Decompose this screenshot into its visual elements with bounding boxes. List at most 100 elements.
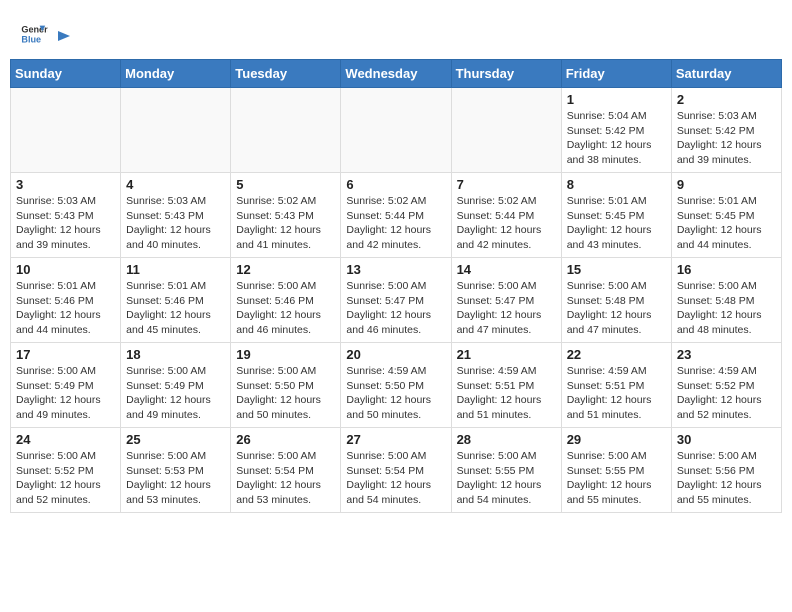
calendar-table: SundayMondayTuesdayWednesdayThursdayFrid… [10, 59, 782, 513]
week-row-3: 10 Sunrise: 5:01 AM Sunset: 5:46 PM Dayli… [11, 258, 782, 343]
calendar-cell: 12 Sunrise: 5:00 AM Sunset: 5:46 PM Dayli… [231, 258, 341, 343]
calendar-cell [341, 88, 451, 173]
day-number: 24 [16, 432, 115, 447]
day-info: Sunrise: 5:01 AM Sunset: 5:45 PM Dayligh… [677, 194, 776, 253]
day-number: 9 [677, 177, 776, 192]
day-info: Sunrise: 5:03 AM Sunset: 5:43 PM Dayligh… [16, 194, 115, 253]
calendar-cell: 20Sunrise: 4:59 AM Sunset: 5:50 PM Dayli… [341, 343, 451, 428]
calendar-cell: 29 Sunrise: 5:00 AM Sunset: 5:55 PM Dayli… [561, 428, 671, 513]
day-info: Sunrise: 5:00 AM Sunset: 5:46 PM Dayligh… [236, 279, 335, 338]
day-number: 19 [236, 347, 335, 362]
calendar-cell: 25Sunrise: 5:00 AM Sunset: 5:53 PM Dayli… [121, 428, 231, 513]
day-number: 16 [677, 262, 776, 277]
calendar-cell: 22Sunrise: 4:59 AM Sunset: 5:51 PM Dayli… [561, 343, 671, 428]
weekday-header-row: SundayMondayTuesdayWednesdayThursdayFrid… [11, 60, 782, 88]
day-info: Sunrise: 5:00 AM Sunset: 5:50 PM Dayligh… [236, 364, 335, 423]
day-info: Sunrise: 5:01 AM Sunset: 5:46 PM Dayligh… [16, 279, 115, 338]
weekday-header-sunday: Sunday [11, 60, 121, 88]
logo-triangle-icon [54, 27, 72, 45]
week-row-4: 17 Sunrise: 5:00 AM Sunset: 5:49 PM Dayli… [11, 343, 782, 428]
logo-icon: General Blue [20, 20, 48, 48]
calendar-cell [121, 88, 231, 173]
day-info: Sunrise: 5:00 AM Sunset: 5:55 PM Dayligh… [457, 449, 556, 508]
day-info: Sunrise: 5:01 AM Sunset: 5:46 PM Dayligh… [126, 279, 225, 338]
day-number: 4 [126, 177, 225, 192]
calendar-cell: 23 Sunrise: 4:59 AM Sunset: 5:52 PM Dayli… [671, 343, 781, 428]
weekday-header-saturday: Saturday [671, 60, 781, 88]
day-info: Sunrise: 4:59 AM Sunset: 5:52 PM Dayligh… [677, 364, 776, 423]
week-row-1: 1 Sunrise: 5:04 AM Sunset: 5:42 PM Daylig… [11, 88, 782, 173]
day-number: 22 [567, 347, 666, 362]
day-info: Sunrise: 5:00 AM Sunset: 5:48 PM Dayligh… [567, 279, 666, 338]
day-number: 28 [457, 432, 556, 447]
calendar-cell: 24 Sunrise: 5:00 AM Sunset: 5:52 PM Dayli… [11, 428, 121, 513]
weekday-header-monday: Monday [121, 60, 231, 88]
weekday-header-friday: Friday [561, 60, 671, 88]
day-info: Sunrise: 5:00 AM Sunset: 5:47 PM Dayligh… [457, 279, 556, 338]
day-info: Sunrise: 5:02 AM Sunset: 5:43 PM Dayligh… [236, 194, 335, 253]
day-info: Sunrise: 5:01 AM Sunset: 5:45 PM Dayligh… [567, 194, 666, 253]
weekday-header-wednesday: Wednesday [341, 60, 451, 88]
day-number: 18 [126, 347, 225, 362]
day-info: Sunrise: 5:03 AM Sunset: 5:42 PM Dayligh… [677, 109, 776, 168]
weekday-header-tuesday: Tuesday [231, 60, 341, 88]
calendar-cell: 15Sunrise: 5:00 AM Sunset: 5:48 PM Dayli… [561, 258, 671, 343]
day-number: 11 [126, 262, 225, 277]
logo: General Blue [20, 20, 72, 48]
calendar-cell: 26Sunrise: 5:00 AM Sunset: 5:54 PM Dayli… [231, 428, 341, 513]
calendar-cell: 30 Sunrise: 5:00 AM Sunset: 5:56 PM Dayli… [671, 428, 781, 513]
calendar-cell: 4 Sunrise: 5:03 AM Sunset: 5:43 PM Daylig… [121, 173, 231, 258]
day-number: 5 [236, 177, 335, 192]
day-info: Sunrise: 5:02 AM Sunset: 5:44 PM Dayligh… [346, 194, 445, 253]
calendar-cell: 2 Sunrise: 5:03 AM Sunset: 5:42 PM Daylig… [671, 88, 781, 173]
day-number: 21 [457, 347, 556, 362]
weekday-header-thursday: Thursday [451, 60, 561, 88]
day-number: 6 [346, 177, 445, 192]
day-number: 26 [236, 432, 335, 447]
calendar-cell: 9 Sunrise: 5:01 AM Sunset: 5:45 PM Daylig… [671, 173, 781, 258]
day-number: 14 [457, 262, 556, 277]
svg-text:Blue: Blue [21, 34, 41, 44]
day-info: Sunrise: 5:00 AM Sunset: 5:55 PM Dayligh… [567, 449, 666, 508]
day-number: 1 [567, 92, 666, 107]
calendar-cell: 13Sunrise: 5:00 AM Sunset: 5:47 PM Dayli… [341, 258, 451, 343]
day-info: Sunrise: 5:00 AM Sunset: 5:49 PM Dayligh… [126, 364, 225, 423]
day-number: 3 [16, 177, 115, 192]
day-number: 7 [457, 177, 556, 192]
calendar-cell: 14 Sunrise: 5:00 AM Sunset: 5:47 PM Dayli… [451, 258, 561, 343]
day-number: 17 [16, 347, 115, 362]
calendar-header: SundayMondayTuesdayWednesdayThursdayFrid… [11, 60, 782, 88]
calendar-cell: 21 Sunrise: 4:59 AM Sunset: 5:51 PM Dayli… [451, 343, 561, 428]
day-info: Sunrise: 5:00 AM Sunset: 5:53 PM Dayligh… [126, 449, 225, 508]
calendar-cell: 7 Sunrise: 5:02 AM Sunset: 5:44 PM Daylig… [451, 173, 561, 258]
day-number: 23 [677, 347, 776, 362]
calendar-cell: 3 Sunrise: 5:03 AM Sunset: 5:43 PM Daylig… [11, 173, 121, 258]
day-number: 2 [677, 92, 776, 107]
calendar-cell [231, 88, 341, 173]
calendar-cell: 17 Sunrise: 5:00 AM Sunset: 5:49 PM Dayli… [11, 343, 121, 428]
calendar-cell: 28 Sunrise: 5:00 AM Sunset: 5:55 PM Dayli… [451, 428, 561, 513]
day-number: 30 [677, 432, 776, 447]
page-header: General Blue [10, 10, 782, 53]
day-info: Sunrise: 5:00 AM Sunset: 5:47 PM Dayligh… [346, 279, 445, 338]
day-info: Sunrise: 5:00 AM Sunset: 5:52 PM Dayligh… [16, 449, 115, 508]
calendar-cell: 19 Sunrise: 5:00 AM Sunset: 5:50 PM Dayli… [231, 343, 341, 428]
day-info: Sunrise: 5:04 AM Sunset: 5:42 PM Dayligh… [567, 109, 666, 168]
day-number: 10 [16, 262, 115, 277]
calendar-cell: 11 Sunrise: 5:01 AM Sunset: 5:46 PM Dayli… [121, 258, 231, 343]
day-info: Sunrise: 5:02 AM Sunset: 5:44 PM Dayligh… [457, 194, 556, 253]
day-number: 29 [567, 432, 666, 447]
day-info: Sunrise: 4:59 AM Sunset: 5:51 PM Dayligh… [457, 364, 556, 423]
day-info: Sunrise: 5:03 AM Sunset: 5:43 PM Dayligh… [126, 194, 225, 253]
day-number: 8 [567, 177, 666, 192]
day-info: Sunrise: 5:00 AM Sunset: 5:49 PM Dayligh… [16, 364, 115, 423]
day-number: 12 [236, 262, 335, 277]
calendar-cell [11, 88, 121, 173]
day-info: Sunrise: 5:00 AM Sunset: 5:56 PM Dayligh… [677, 449, 776, 508]
day-info: Sunrise: 5:00 AM Sunset: 5:54 PM Dayligh… [346, 449, 445, 508]
calendar-cell: 18 Sunrise: 5:00 AM Sunset: 5:49 PM Dayli… [121, 343, 231, 428]
calendar-cell: 8 Sunrise: 5:01 AM Sunset: 5:45 PM Daylig… [561, 173, 671, 258]
calendar-cell: 5 Sunrise: 5:02 AM Sunset: 5:43 PM Daylig… [231, 173, 341, 258]
week-row-5: 24 Sunrise: 5:00 AM Sunset: 5:52 PM Dayli… [11, 428, 782, 513]
day-number: 20 [346, 347, 445, 362]
